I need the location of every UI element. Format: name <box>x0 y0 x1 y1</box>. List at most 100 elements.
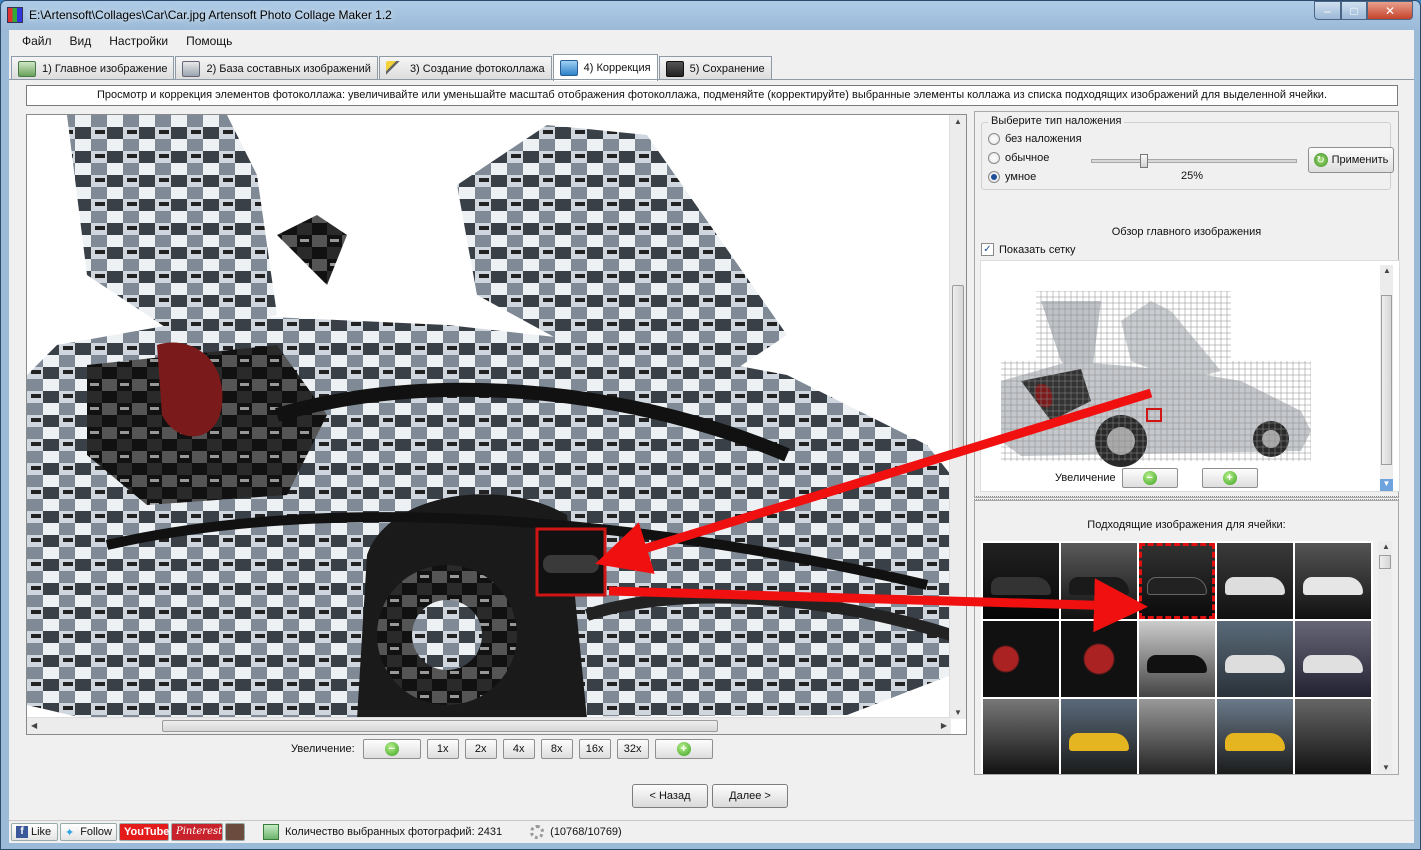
floppy-icon <box>665 60 684 77</box>
overview-zoom-in-button[interactable]: + <box>1201 468 1258 488</box>
collage-vertical-scrollbar[interactable]: ▲ ▼ <box>949 115 966 719</box>
scroll-thumb[interactable] <box>162 720 718 732</box>
menu-help[interactable]: Помощь <box>177 34 241 48</box>
candidate-image[interactable] <box>1295 543 1371 619</box>
next-button[interactable]: Далее > <box>712 784 788 808</box>
menu-settings[interactable]: Настройки <box>100 34 177 48</box>
menu-file[interactable]: Файл <box>13 34 61 48</box>
candidate-image[interactable] <box>983 543 1059 619</box>
selected-photos-label: Количество выбранных фотографий: 2431 <box>285 825 503 838</box>
menu-view[interactable]: Вид <box>61 34 101 48</box>
zoom-4x-button[interactable]: 4x <box>502 739 535 759</box>
overlay-normal-radio[interactable]: обычное <box>988 152 1049 164</box>
candidate-image[interactable] <box>983 699 1059 774</box>
scroll-thumb[interactable] <box>952 285 964 455</box>
matching-images-panel: Подходящие изображения для ячейки: ▲ ▼ <box>974 500 1399 775</box>
pinterest-button[interactable]: Pinterest <box>171 822 223 841</box>
candidate-image[interactable] <box>1217 621 1293 697</box>
tab-main-image[interactable]: 1) Главное изображение <box>11 56 175 80</box>
candidate-image[interactable] <box>1061 699 1137 774</box>
zoom-8x-button[interactable]: 8x <box>540 739 573 759</box>
slider-thumb[interactable] <box>1139 154 1148 168</box>
candidate-image[interactable] <box>1139 621 1215 697</box>
spinner-icon <box>530 824 545 839</box>
scroll-down-icon[interactable]: ▼ <box>954 708 962 717</box>
zoom-out-button[interactable]: − <box>362 739 421 759</box>
minimize-button[interactable]: – <box>1314 1 1341 20</box>
client-area: Файл Вид Настройки Помощь 1) Главное изо… <box>9 30 1414 843</box>
twitter-follow-button[interactable]: ✦ Follow <box>60 822 117 841</box>
scroll-down-icon[interactable]: ▼ <box>1380 479 1393 491</box>
tab-label: 3) Создание фотоколлажа <box>409 62 545 75</box>
zoom-32x-button[interactable]: 32x <box>616 739 649 759</box>
overview-zoom-out-button[interactable]: − <box>1121 468 1178 488</box>
candidate-image[interactable] <box>1217 699 1293 774</box>
collage-horizontal-scrollbar[interactable]: ◀ ▶ <box>27 717 951 734</box>
candidate-image[interactable] <box>1139 699 1215 774</box>
radio-indicator <box>988 171 1000 183</box>
zoom-2x-button[interactable]: 2x <box>464 739 497 759</box>
status-bar: f Like ✦ Follow YouTube Pinterest Количе… <box>9 820 1414 842</box>
collage-view[interactable]: ▲ ▼ ◀ ▶ <box>26 114 967 735</box>
scroll-left-icon[interactable]: ◀ <box>31 721 37 730</box>
image-icon <box>18 60 36 77</box>
tab-image-database[interactable]: 2) База составных изображений <box>175 56 378 80</box>
tab-save[interactable]: 5) Сохранение <box>658 56 772 80</box>
tab-label: 4) Коррекция <box>583 62 651 74</box>
tab-create-collage[interactable]: 3) Создание фотоколлажа <box>378 56 552 80</box>
youtube-button[interactable]: YouTube <box>119 822 169 841</box>
candidate-image[interactable] <box>1295 699 1371 774</box>
overlay-smart-radio[interactable]: умное <box>988 171 1036 183</box>
refresh-icon: ↻ <box>1313 153 1328 167</box>
facebook-like-button[interactable]: f Like <box>11 822 58 841</box>
instagram-icon[interactable] <box>225 822 245 841</box>
matching-images-grid <box>981 541 1373 774</box>
matching-images-title: Подходящие изображения для ячейки: <box>1087 519 1286 531</box>
zoom-16x-button[interactable]: 16x <box>578 739 611 759</box>
show-grid-checkbox[interactable]: ✓ Показать сетку <box>981 243 1076 256</box>
scroll-thumb[interactable] <box>1381 295 1392 465</box>
selected-photos-count: Количество выбранных фотографий: 2431 <box>263 823 503 840</box>
tab-label: 2) База составных изображений <box>206 62 371 75</box>
back-button[interactable]: < Назад <box>632 784 708 808</box>
wizard-navigation: < Назад Далее > <box>632 784 792 808</box>
candidate-image[interactable] <box>1061 543 1137 619</box>
overview-car-image[interactable] <box>981 261 1381 471</box>
candidate-image[interactable] <box>1061 621 1137 697</box>
tab-label: 5) Сохранение <box>689 62 765 75</box>
zoom-label: Увеличение: <box>291 743 355 755</box>
radio-label: обычное <box>1005 152 1050 164</box>
scroll-thumb[interactable] <box>1379 555 1391 569</box>
candidate-image[interactable] <box>1295 621 1371 697</box>
apply-button[interactable]: ↻ Применить <box>1308 147 1394 173</box>
overview-scrollbar[interactable]: ▲ ▼ <box>1380 265 1393 491</box>
scroll-right-icon[interactable]: ▶ <box>941 721 947 730</box>
collage-zoom-bar: Увеличение: − 1x 2x 4x 8x 16x 32x + <box>291 739 719 759</box>
candidate-image[interactable] <box>1217 543 1293 619</box>
overview-zoom-bar: Увеличение − + <box>1055 468 1282 488</box>
instructions-bar: Просмотр и коррекция элементов фотоколла… <box>26 85 1398 106</box>
main-image-overview[interactable]: ▲ ▼ <box>980 260 1400 492</box>
matching-images-scrollbar[interactable]: ▲ ▼ <box>1378 541 1392 773</box>
menu-bar: Файл Вид Настройки Помощь <box>9 30 241 52</box>
tab-correction[interactable]: 4) Коррекция <box>552 54 658 81</box>
scroll-up-icon[interactable]: ▲ <box>1382 542 1390 551</box>
window-controls: – □ ✕ <box>1314 1 1413 20</box>
like-label: Like <box>31 825 52 838</box>
zoom-in-button[interactable]: + <box>654 739 713 759</box>
radio-indicator <box>988 152 1000 164</box>
overlay-strength-slider[interactable] <box>1091 154 1297 168</box>
plus-icon: + <box>676 742 691 756</box>
overview-zoom-label: Увеличение <box>1055 472 1116 484</box>
scroll-up-icon[interactable]: ▲ <box>954 117 962 126</box>
zoom-1x-button[interactable]: 1x <box>426 739 459 759</box>
collage-image[interactable] <box>27 115 951 719</box>
checkbox-label: Показать сетку <box>999 243 1076 256</box>
overlay-none-radio[interactable]: без наложения <box>988 133 1082 145</box>
candidate-image[interactable] <box>983 621 1059 697</box>
maximize-button[interactable]: □ <box>1341 1 1367 20</box>
scroll-up-icon[interactable]: ▲ <box>1383 266 1391 275</box>
scroll-down-icon[interactable]: ▼ <box>1382 763 1390 772</box>
close-button[interactable]: ✕ <box>1367 1 1413 20</box>
candidate-image-selected[interactable] <box>1139 543 1215 619</box>
